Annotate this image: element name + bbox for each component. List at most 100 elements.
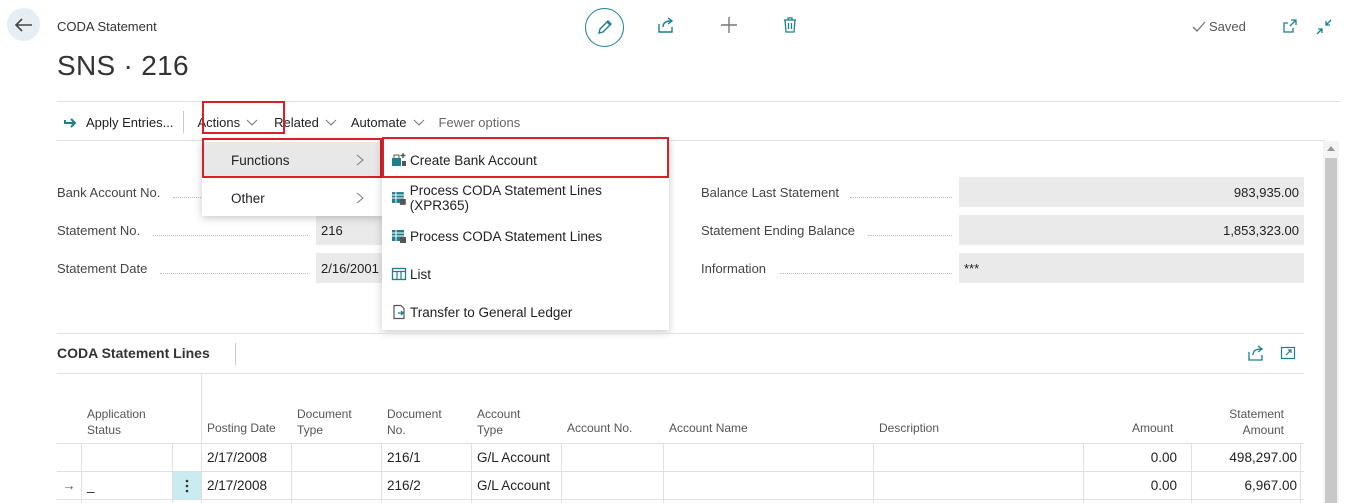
more-vertical-icon (185, 479, 189, 492)
header-divider (57, 101, 1340, 102)
functions-submenu: Create Bank Account Process CODA Stateme… (382, 140, 669, 330)
statement-amount-cell[interactable]: 6,967.00 (1191, 472, 1297, 499)
process-coda-lines-label: Process CODA Statement Lines (410, 228, 603, 244)
fewer-options-button[interactable]: Fewer options (432, 106, 528, 138)
statement-date-field[interactable]: 2/16/2001 (316, 253, 388, 283)
create-bank-account-item[interactable]: Create Bank Account (391, 142, 661, 178)
functions-label: Functions (231, 152, 290, 168)
apply-entries-label: Apply Entries... (86, 114, 174, 130)
field-leader (868, 235, 952, 236)
cell-border (873, 443, 874, 503)
open-new-window-icon[interactable] (1282, 18, 1298, 34)
transfer-to-general-ledger-label: Transfer to General Ledger (410, 304, 573, 320)
process-coda-lines-item[interactable]: Process CODA Statement Lines (391, 218, 661, 254)
frozen-column-separator (201, 373, 202, 503)
cell-border (291, 443, 292, 503)
automate-menu-button[interactable]: Automate (344, 106, 432, 138)
actions-label: Actions (197, 114, 241, 130)
chevron-right-icon (356, 154, 364, 166)
bank-account-no-label: Bank Account No. (57, 185, 161, 200)
cell-border (381, 443, 382, 503)
information-field[interactable]: *** (959, 253, 1304, 283)
account-type-cell[interactable]: G/L Account (477, 444, 550, 471)
other-label: Other (231, 190, 265, 206)
posting-date-cell[interactable]: 2/17/2008 (207, 444, 267, 471)
other-menu-item[interactable]: Other (204, 180, 380, 216)
scrollbar-thumb[interactable] (1325, 158, 1337, 503)
field-leader (850, 197, 952, 198)
chevron-down-icon (246, 119, 258, 126)
col-account-no[interactable]: Account No. (567, 420, 632, 436)
collapse-icon[interactable] (1315, 18, 1333, 36)
expand-icon[interactable] (1280, 345, 1296, 361)
related-menu-button[interactable]: Related (265, 106, 344, 138)
chevron-right-icon (356, 192, 364, 204)
posting-date-cell[interactable]: 2/17/2008 (207, 472, 267, 499)
col-statement-amount[interactable]: Statement Amount (1218, 406, 1284, 438)
cell-border (471, 443, 472, 503)
share-icon[interactable] (1247, 345, 1264, 361)
process-coda-lines-xpr365-label: Process CODA Statement Lines (XPR365) (409, 183, 602, 213)
col-description[interactable]: Description (879, 420, 939, 436)
section-divider (57, 333, 1304, 334)
actionbar-separator (183, 111, 185, 133)
cell-border (663, 443, 664, 503)
process-lines-icon (391, 192, 406, 205)
document-no-cell[interactable]: 216/1 (387, 444, 421, 471)
process-coda-lines-xpr365-item[interactable]: Process CODA Statement Lines (XPR365) (391, 180, 661, 216)
automate-label: Automate (350, 114, 407, 130)
transfer-icon (393, 304, 405, 320)
statement-ending-balance-label: Statement Ending Balance (701, 223, 855, 238)
related-label: Related (274, 114, 319, 130)
field-leader (153, 235, 308, 236)
add-icon[interactable] (720, 16, 738, 34)
apply-entries-icon (64, 118, 77, 128)
col-posting-date[interactable]: Posting Date (207, 420, 276, 436)
page-title: SNS · 216 (57, 50, 189, 81)
cell-border (81, 443, 82, 503)
apply-entries-button[interactable]: Apply Entries... (57, 106, 180, 138)
row-border (57, 499, 1304, 500)
balance-last-statement-field[interactable]: 983,935.00 (959, 177, 1304, 207)
amount-cell[interactable]: 0.00 (1083, 444, 1177, 471)
scroll-up-icon[interactable] (1327, 145, 1335, 151)
col-document-type[interactable]: Document Type (297, 406, 363, 438)
account-type-cell[interactable]: G/L Account (477, 472, 550, 499)
list-item[interactable]: List (391, 256, 661, 292)
edit-button[interactable] (585, 7, 624, 47)
row-actions-button[interactable] (173, 472, 201, 499)
balance-last-statement-label: Balance Last Statement (701, 185, 840, 200)
arrow-left-icon (14, 17, 32, 32)
page-scrollbar[interactable] (1323, 141, 1339, 503)
col-document-no[interactable]: Document No. (387, 406, 453, 438)
transfer-to-general-ledger-item[interactable]: Transfer to General Ledger (391, 294, 661, 330)
functions-menu-item[interactable]: Functions (204, 142, 380, 178)
col-amount[interactable]: Amount (1132, 420, 1173, 436)
list-label: List (410, 266, 432, 282)
field-leader (173, 197, 203, 198)
checkmark-icon (1192, 21, 1206, 32)
col-application-status[interactable]: Application Status (87, 406, 167, 438)
action-bar: Apply Entries... Actions Related Automat… (57, 106, 527, 138)
current-row-arrow-icon: → (62, 478, 76, 493)
statement-no-label: Statement No. (57, 223, 141, 238)
statement-no-field[interactable]: 216 (316, 215, 388, 245)
actions-menu-button[interactable]: Actions (187, 106, 265, 138)
application-status-cell[interactable]: _ (87, 472, 95, 499)
section-title-separator (235, 343, 236, 365)
delete-icon[interactable] (781, 16, 799, 34)
col-account-name[interactable]: Account Name (669, 420, 748, 436)
statement-amount-cell[interactable]: 498,297.00 (1191, 444, 1297, 471)
fewer-options-label: Fewer options (438, 114, 521, 130)
share-icon[interactable] (657, 16, 675, 34)
saved-label: Saved (1209, 19, 1246, 34)
list-icon (391, 267, 407, 281)
process-lines-icon (392, 230, 406, 243)
amount-cell[interactable]: 0.00 (1083, 472, 1177, 499)
statement-ending-balance-field[interactable]: 1,853,323.00 (959, 215, 1304, 245)
col-account-type[interactable]: Account Type (477, 406, 537, 438)
lines-section-title: CODA Statement Lines (57, 345, 210, 361)
back-button[interactable] (7, 8, 40, 41)
information-label: Information (701, 261, 767, 276)
document-no-cell[interactable]: 216/2 (387, 472, 421, 499)
